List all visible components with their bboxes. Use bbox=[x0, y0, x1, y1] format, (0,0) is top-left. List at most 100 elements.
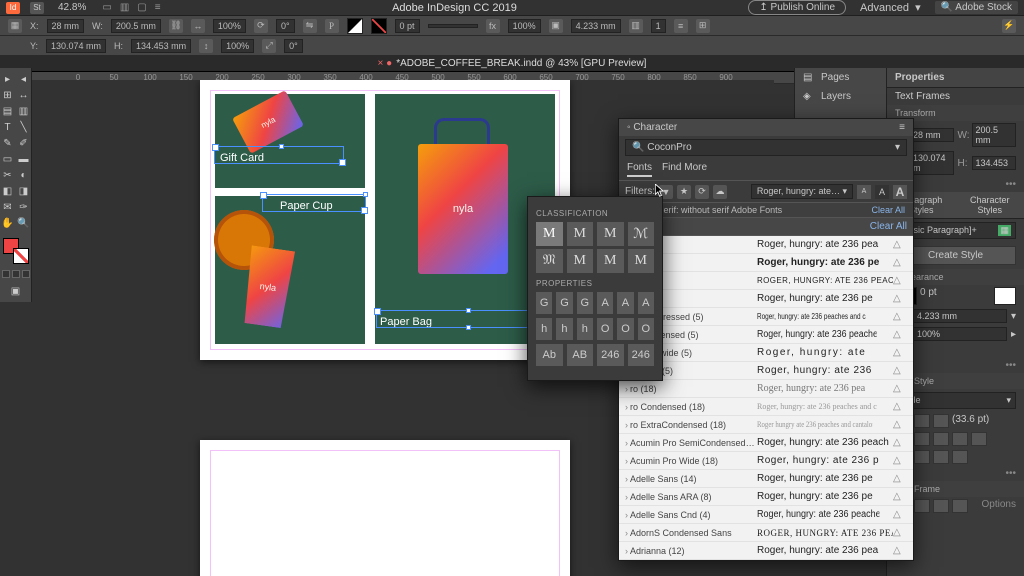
prop-cell[interactable]: 246 bbox=[597, 344, 624, 366]
clear-all-link-2[interactable]: Clear All bbox=[870, 221, 907, 232]
tab-cstyles[interactable]: Character Styles bbox=[956, 192, 1024, 219]
li-2[interactable] bbox=[914, 450, 930, 464]
cols-icon[interactable]: ▥ bbox=[629, 19, 643, 33]
scale-field[interactable]: 100% bbox=[213, 19, 246, 33]
prop-x[interactable]: 28 mm bbox=[909, 128, 954, 142]
size-small[interactable]: A bbox=[857, 185, 871, 199]
line-tool[interactable]: ╲ bbox=[17, 120, 31, 134]
flip-icon[interactable]: ⇋ bbox=[303, 19, 317, 33]
font-row[interactable]: ›Adelle Sans Cnd (4)Roger, hungry: ate 2… bbox=[619, 506, 913, 524]
panel-layers[interactable]: ◈Layers bbox=[795, 87, 886, 106]
rectangle-tool[interactable]: ▬ bbox=[17, 152, 31, 166]
panel-pages[interactable]: ▤Pages bbox=[795, 68, 886, 87]
w-field[interactable]: 200.5 mm bbox=[111, 19, 161, 33]
arrange-icon[interactable]: ▥ bbox=[120, 2, 129, 13]
prop-cell[interactable]: O bbox=[638, 318, 654, 340]
selection-1[interactable] bbox=[214, 146, 344, 164]
stroke-style[interactable] bbox=[428, 24, 478, 28]
clear-all-link[interactable]: Clear All bbox=[871, 205, 905, 215]
bolt-icon[interactable]: ⚡ bbox=[1002, 19, 1016, 33]
page-tool[interactable]: ⊞ bbox=[1, 88, 15, 102]
content-collector[interactable]: ▤ bbox=[1, 104, 15, 118]
font-family-field[interactable]: 🔍 CoconPro▾ bbox=[625, 139, 907, 156]
just-4[interactable] bbox=[952, 432, 968, 446]
align-icon[interactable]: ≡ bbox=[674, 19, 688, 33]
filter-recent-icon[interactable]: ⟳ bbox=[695, 185, 709, 199]
tf-2[interactable] bbox=[914, 499, 930, 513]
hand-tool[interactable]: ✋ bbox=[1, 216, 15, 230]
zoom-level[interactable]: 42.8% bbox=[58, 2, 86, 13]
adobe-stock-search[interactable]: 🔍 Adobe Stock bbox=[935, 1, 1018, 14]
just-3[interactable] bbox=[933, 432, 949, 446]
opacity-field[interactable]: 100% bbox=[508, 19, 541, 33]
align-r[interactable] bbox=[933, 414, 949, 428]
font-row[interactable]: ›ro (18)Roger, hungry: ate 236 pea△ bbox=[619, 380, 913, 398]
font-row[interactable]: ›ic Extrawide (5)Roger, hungry: ate△ bbox=[619, 344, 913, 362]
prop-cell[interactable]: G bbox=[556, 292, 572, 314]
screen-icon[interactable]: ▢ bbox=[137, 2, 146, 13]
kern-field[interactable]: 4.233 mm bbox=[571, 19, 621, 33]
ref-point-icon[interactable]: ▦ bbox=[8, 19, 22, 33]
gap-tool[interactable]: ↔ bbox=[17, 88, 31, 102]
tf-3[interactable] bbox=[933, 499, 949, 513]
selection-2[interactable] bbox=[262, 194, 366, 212]
constrain-icon[interactable]: ⛓ bbox=[169, 19, 183, 33]
options-link[interactable]: Options bbox=[971, 499, 1016, 513]
class-cell[interactable]: M bbox=[536, 222, 563, 246]
font-row[interactable]: ›t (16)Roger, hungry: ate 236 pea△ bbox=[619, 236, 913, 254]
font-row[interactable]: ›ic Compressed (5)Roger, hungry: ate 236… bbox=[619, 308, 913, 326]
workspace-switcher[interactable]: Advanced ▾ bbox=[860, 1, 921, 14]
filter-activated-icon[interactable]: ☁ bbox=[713, 185, 727, 199]
scaley-field[interactable]: 100% bbox=[221, 39, 254, 53]
scale-icon[interactable]: ↔ bbox=[191, 19, 205, 33]
class-cell[interactable]: M bbox=[628, 249, 655, 273]
corner-field[interactable]: 4.233 mm bbox=[913, 309, 1007, 323]
cols-field[interactable]: 1 bbox=[651, 19, 666, 33]
shear-field[interactable]: 0° bbox=[284, 39, 303, 53]
font-list[interactable]: ›t (16)Roger, hungry: ate 236 pea△›Pro (… bbox=[619, 236, 913, 560]
fontsize-field[interactable]: (33.6 pt) bbox=[952, 414, 989, 428]
class-cell[interactable]: M bbox=[567, 249, 594, 273]
size-med[interactable]: A bbox=[875, 185, 889, 199]
zoom-tool[interactable]: 🔍 bbox=[17, 216, 31, 230]
fill-swatch[interactable] bbox=[347, 18, 363, 34]
prop-cell[interactable]: h bbox=[556, 318, 572, 340]
font-row[interactable]: ›Adrianna (12)Roger, hungry: ate 236 pea… bbox=[619, 542, 913, 560]
publish-online-button[interactable]: ↥ Publish Online bbox=[748, 0, 846, 15]
para-icon[interactable]: P bbox=[325, 19, 339, 33]
prop-cell[interactable]: G bbox=[577, 292, 593, 314]
font-row[interactable]: ›ic (5)Roger, hungry: ate 236 pe△ bbox=[619, 290, 913, 308]
pencil-tool[interactable]: ✐ bbox=[17, 136, 31, 150]
h-field[interactable]: 134.453 mm bbox=[131, 39, 191, 53]
size-large[interactable]: A bbox=[893, 185, 907, 199]
prop-h[interactable]: 134.453 bbox=[972, 156, 1017, 170]
prop-cell[interactable]: h bbox=[536, 318, 552, 340]
font-row[interactable]: ›Adelle Sans (14)Roger, hungry: ate 236 … bbox=[619, 470, 913, 488]
class-cell[interactable]: 𝔐 bbox=[536, 249, 563, 273]
direct-selection-tool[interactable]: ◂ bbox=[17, 72, 31, 86]
just-5[interactable] bbox=[971, 432, 987, 446]
distribute-icon[interactable]: ⊞ bbox=[696, 19, 710, 33]
prop-cell[interactable]: G bbox=[536, 292, 552, 314]
view-mode[interactable]: ▣ bbox=[9, 284, 23, 298]
prop-cell[interactable]: O bbox=[597, 318, 613, 340]
rotate-field[interactable]: 0° bbox=[276, 19, 295, 33]
scissors-tool[interactable]: ✂ bbox=[1, 168, 15, 182]
y-field[interactable]: 130.074 mm bbox=[46, 39, 106, 53]
tab-fonts[interactable]: Fonts bbox=[627, 162, 652, 177]
font-row[interactable]: ›Acumin Pro Wide (18)Roger, hungry: ate … bbox=[619, 452, 913, 470]
prop-cell[interactable]: A bbox=[617, 292, 633, 314]
font-row[interactable]: ›Acumin Pro SemiCondensed (18)Roger, hun… bbox=[619, 434, 913, 452]
class-cell[interactable]: M bbox=[567, 222, 594, 246]
class-cell[interactable]: M bbox=[597, 249, 624, 273]
prop-cell[interactable]: Ab bbox=[536, 344, 563, 366]
prop-cell[interactable]: A bbox=[638, 292, 654, 314]
just-2[interactable] bbox=[914, 432, 930, 446]
font-row[interactable]: ›ic Condensed (5)Roger, hungry: ate 236 … bbox=[619, 326, 913, 344]
stroke-swatch[interactable] bbox=[371, 18, 387, 34]
prop-cell[interactable]: 246 bbox=[628, 344, 655, 366]
font-row[interactable]: ›(4)ROGER, HUNGRY: ATE 236 PEACHES AND C… bbox=[619, 272, 913, 290]
strokew[interactable]: 0 pt bbox=[920, 287, 991, 305]
type-tool[interactable]: T bbox=[1, 120, 15, 134]
class-cell[interactable]: M bbox=[597, 222, 624, 246]
